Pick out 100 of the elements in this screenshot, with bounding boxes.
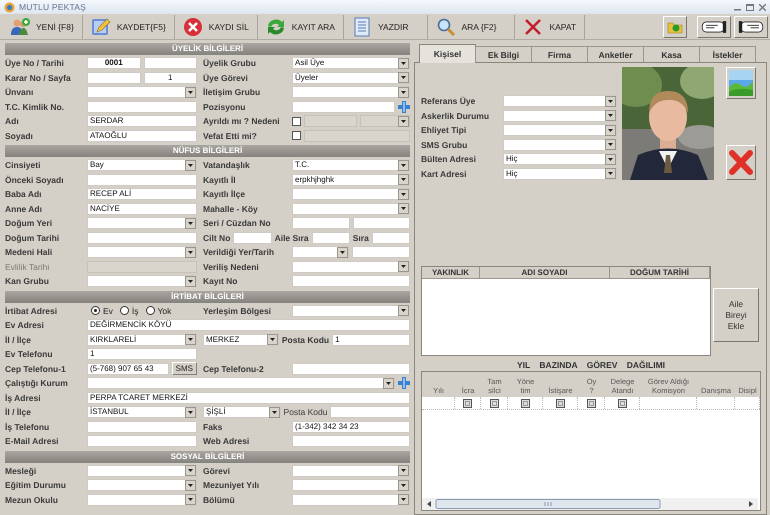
dropdown-field[interactable] (87, 217, 197, 230)
text-field[interactable]: 1 (332, 334, 410, 346)
text-field[interactable] (330, 406, 410, 418)
dropdown-field[interactable] (503, 95, 617, 108)
text-field[interactable]: SERDAR (87, 115, 197, 128)
toolbar-button[interactable]: YENİ {F8} (2, 14, 83, 38)
dropdown-field[interactable]: KIRKLARELİ (87, 334, 197, 346)
text-field[interactable]: 1 (87, 348, 197, 360)
close-icon[interactable] (759, 4, 766, 10)
field-label: İl / İlçe (5, 407, 32, 418)
dropdown-field[interactable] (87, 464, 197, 477)
text-field[interactable] (372, 232, 410, 244)
text-field[interactable]: 1 (144, 72, 197, 84)
toolbar-button[interactable]: KAPAT (515, 14, 586, 38)
tab[interactable]: Ek Bilgi (475, 46, 532, 62)
text-field[interactable]: ATAOĞLU (87, 130, 197, 142)
horizontal-scrollbar[interactable] (422, 498, 758, 510)
text-field[interactable]: RECEP ALİ (87, 188, 197, 200)
toolbar-button[interactable]: KAYDI SİL (174, 14, 258, 38)
field-label: Web Adresi (203, 436, 250, 446)
radio-button[interactable]: İş (120, 306, 139, 316)
field-label: Anne Adı (5, 204, 43, 214)
dropdown-field[interactable]: İSTANBUL (87, 406, 197, 418)
delete-button[interactable] (726, 145, 756, 180)
text-field[interactable]: (1-342) 342 34 23 (292, 420, 410, 433)
dropdown-field[interactable] (292, 494, 410, 506)
dropdown-field[interactable] (292, 479, 410, 492)
field-label: Referans Üye (421, 96, 476, 106)
text-field[interactable] (312, 232, 350, 244)
radio-button[interactable]: Ev (91, 306, 113, 316)
tab[interactable]: İstekler (699, 46, 756, 62)
add-family-button[interactable]: Aile Bireyi Ekle (713, 288, 759, 342)
dropdown-field[interactable] (87, 86, 197, 98)
sms-button[interactable]: SMS (172, 362, 197, 376)
text-field[interactable]: NACİYE (87, 202, 197, 215)
dropdown-field[interactable] (292, 188, 410, 200)
dropdown-field[interactable] (87, 246, 197, 258)
text-field[interactable]: (5-768) 907 65 43 (87, 362, 169, 375)
dropdown-field[interactable]: T.C. (292, 159, 410, 172)
dropdown-field[interactable] (503, 110, 617, 122)
text-field[interactable] (87, 435, 197, 448)
text-field[interactable]: 0001 (87, 57, 140, 70)
dropdown-field[interactable] (292, 246, 348, 258)
dropdown-field[interactable]: Bay (87, 159, 197, 172)
radio-button[interactable]: Yok (146, 306, 172, 316)
toolbar-button[interactable]: ARA {F2} (428, 14, 516, 38)
text-field[interactable] (87, 174, 197, 186)
dropdown-field[interactable] (292, 260, 410, 273)
dropdown-field[interactable] (87, 479, 197, 492)
dropdown-field[interactable]: MERKEZ (203, 334, 279, 346)
text-field[interactable] (352, 217, 410, 230)
dropdown-field[interactable] (87, 275, 197, 288)
checkbox[interactable] (490, 398, 498, 408)
delete-icon (182, 16, 203, 36)
checkbox[interactable] (292, 116, 301, 126)
text-field[interactable] (352, 246, 410, 258)
text-field[interactable] (87, 420, 197, 433)
text-field[interactable] (292, 275, 410, 288)
text-field[interactable]: PERPA TCARET MERKEZİ (87, 392, 410, 404)
text-field[interactable] (292, 362, 410, 375)
checkbox[interactable] (556, 398, 564, 408)
text-field[interactable] (233, 232, 272, 244)
checkbox[interactable] (586, 398, 596, 408)
dropdown-field[interactable]: erpkhjhghk (292, 174, 410, 186)
text-field[interactable] (292, 100, 395, 113)
dropdown-field[interactable]: Asil Üye (292, 57, 410, 70)
text-field[interactable]: DEĞİRMENCİK KÖYÜ (87, 319, 410, 332)
dropdown-field[interactable] (292, 304, 410, 317)
text-field[interactable] (144, 57, 197, 70)
field-label: Çalıştığı Kurum (5, 378, 69, 388)
toolbar-button[interactable]: YAZDIR (344, 14, 428, 38)
dropdown-field[interactable] (292, 86, 410, 98)
toolbar-button[interactable]: KAYIT ARA (258, 14, 344, 38)
section-header: SOSYAL BİLGİLERİ (5, 450, 410, 462)
text-field[interactable] (292, 217, 350, 230)
dropdown-field[interactable] (87, 377, 395, 390)
folder-button[interactable] (663, 16, 687, 38)
dropdown-field[interactable] (503, 138, 617, 151)
text-field[interactable] (87, 232, 197, 244)
field-label: Ehliyet Tipi (421, 125, 468, 136)
checkbox[interactable] (463, 398, 472, 408)
image-button[interactable] (726, 67, 756, 99)
dropdown-field[interactable]: Hiç (503, 168, 617, 180)
dropdown-field[interactable]: Üyeler (292, 72, 410, 84)
dropdown-field[interactable] (292, 202, 410, 215)
text-field[interactable] (292, 435, 410, 448)
dropdown-field[interactable] (503, 124, 617, 136)
checkbox[interactable] (292, 131, 301, 140)
text-field[interactable] (87, 100, 197, 113)
dropdown-field[interactable] (292, 464, 410, 477)
maximize-icon[interactable] (746, 4, 754, 10)
checkbox[interactable] (618, 398, 626, 408)
field-label: Ev Adresi (5, 320, 45, 330)
tab[interactable]: Kişisel (419, 44, 476, 63)
dropdown-field[interactable]: Hiç (503, 153, 617, 166)
text-field[interactable] (87, 72, 140, 84)
checkbox[interactable] (520, 398, 530, 408)
toolbar-button[interactable]: KAYDET{F5} (82, 14, 175, 38)
dropdown-field[interactable] (87, 494, 197, 506)
dropdown-field[interactable]: ŞİŞLİ (203, 406, 281, 418)
